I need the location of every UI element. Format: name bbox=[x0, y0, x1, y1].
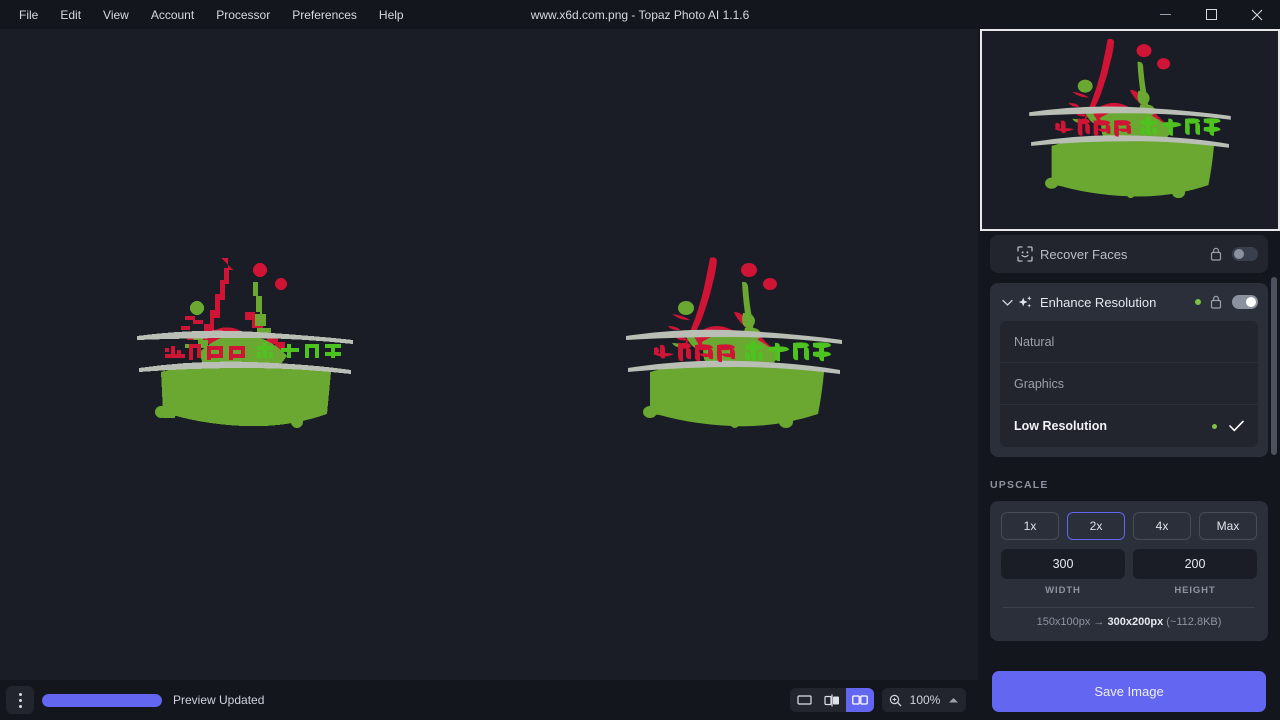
width-label: WIDTH bbox=[1001, 585, 1125, 596]
close-button[interactable] bbox=[1234, 0, 1280, 29]
zoom-control[interactable]: 100% bbox=[882, 688, 966, 712]
menu-item-file[interactable]: File bbox=[8, 0, 49, 29]
preview-thumbnail-image bbox=[1015, 32, 1245, 228]
height-label: HEIGHT bbox=[1133, 585, 1257, 596]
filter-recover-faces[interactable]: Recover Faces bbox=[990, 235, 1268, 273]
title-bar: File Edit View Account Processor Prefere… bbox=[0, 0, 1280, 29]
enhance-resolution-indicator bbox=[1195, 299, 1201, 305]
kebab-dot bbox=[19, 705, 22, 708]
sparkles-icon bbox=[1014, 294, 1036, 311]
panel-scrollbar-thumb[interactable] bbox=[1271, 277, 1277, 455]
app-window: File Edit View Account Processor Prefere… bbox=[0, 0, 1280, 720]
menu-item-view[interactable]: View bbox=[92, 0, 140, 29]
source-size: 150x100px bbox=[1037, 616, 1091, 628]
arrow-icon: → bbox=[1093, 616, 1104, 628]
view-controls: 100% bbox=[790, 688, 966, 712]
file-size: (~112.8KB) bbox=[1166, 616, 1221, 628]
enhanced-image bbox=[614, 250, 854, 460]
original-image-pane[interactable] bbox=[0, 29, 489, 680]
model-option-label: Graphics bbox=[1014, 377, 1244, 391]
upscale-card: 1x 2x 4x Max 300 200 WIDTH HEIGHT 150x10… bbox=[990, 501, 1268, 641]
progress-bar-fill bbox=[42, 694, 162, 707]
zoom-level-label: 100% bbox=[909, 693, 941, 707]
model-option-graphics[interactable]: Graphics bbox=[1000, 363, 1258, 405]
enhance-resolution-toggle[interactable] bbox=[1232, 295, 1258, 309]
recover-faces-lock-icon[interactable] bbox=[1210, 247, 1222, 261]
single-pane-icon bbox=[797, 694, 812, 706]
dimension-fields: 300 200 bbox=[1001, 549, 1257, 579]
single-view-button[interactable] bbox=[790, 688, 818, 712]
dimension-labels: WIDTH HEIGHT bbox=[1001, 585, 1257, 596]
kebab-dot bbox=[19, 693, 22, 696]
scale-button-2x[interactable]: 2x bbox=[1067, 512, 1125, 540]
model-selected-indicator bbox=[1212, 424, 1217, 429]
size-summary: 150x100px → 300x200px (~112.8KB) bbox=[1001, 608, 1257, 630]
enhance-resolution-header[interactable]: Enhance Resolution bbox=[990, 283, 1268, 321]
split-pane-icon bbox=[824, 694, 840, 707]
face-detect-icon bbox=[1014, 246, 1036, 262]
maximize-icon bbox=[1206, 9, 1217, 20]
scale-button-max[interactable]: Max bbox=[1199, 512, 1257, 540]
side-by-side-view-button[interactable] bbox=[846, 688, 874, 712]
upscale-section-title: UPSCALE bbox=[990, 479, 1280, 491]
settings-panel: Recover Faces bbox=[978, 29, 1280, 720]
toggle-knob bbox=[1246, 297, 1256, 307]
menu-item-processor[interactable]: Processor bbox=[205, 0, 281, 29]
split-view-button[interactable] bbox=[818, 688, 846, 712]
enhance-resolution-label: Enhance Resolution bbox=[1040, 295, 1195, 310]
menu-item-account[interactable]: Account bbox=[140, 0, 205, 29]
progress-bar bbox=[42, 694, 162, 707]
width-input[interactable]: 300 bbox=[1001, 549, 1125, 579]
close-icon bbox=[1251, 9, 1263, 21]
model-option-label: Low Resolution bbox=[1014, 419, 1212, 433]
target-size: 300x200px bbox=[1108, 616, 1164, 628]
splatter-logo-enhanced bbox=[614, 250, 854, 460]
recover-faces-label: Recover Faces bbox=[1040, 247, 1210, 262]
toggle-knob bbox=[1234, 249, 1244, 259]
chevron-down-icon[interactable] bbox=[1000, 299, 1014, 306]
chevron-up-icon[interactable] bbox=[948, 697, 959, 704]
model-option-low-resolution[interactable]: Low Resolution bbox=[1000, 405, 1258, 447]
image-canvas[interactable] bbox=[0, 29, 978, 680]
menu-item-edit[interactable]: Edit bbox=[49, 0, 92, 29]
status-text: Preview Updated bbox=[173, 693, 264, 707]
original-image bbox=[125, 250, 365, 460]
menu-item-preferences[interactable]: Preferences bbox=[281, 0, 368, 29]
height-input[interactable]: 200 bbox=[1133, 549, 1257, 579]
recover-faces-toggle[interactable] bbox=[1232, 247, 1258, 261]
kebab-dot bbox=[19, 699, 22, 702]
view-mode-group bbox=[790, 688, 874, 712]
save-image-button[interactable]: Save Image bbox=[992, 671, 1266, 712]
window-controls bbox=[1142, 0, 1280, 29]
more-options-button[interactable] bbox=[6, 686, 34, 714]
filter-enhance-resolution: Enhance Resolution Natural bbox=[990, 283, 1268, 457]
scale-button-4x[interactable]: 4x bbox=[1133, 512, 1191, 540]
menu-item-help[interactable]: Help bbox=[368, 0, 415, 29]
minimize-button[interactable] bbox=[1142, 0, 1188, 29]
panel-scroll-area: Recover Faces bbox=[978, 233, 1280, 663]
minimize-icon bbox=[1160, 9, 1171, 20]
enhanced-image-pane[interactable] bbox=[489, 29, 978, 680]
enhance-resolution-lock-icon[interactable] bbox=[1210, 295, 1222, 309]
splatter-logo-original bbox=[125, 250, 365, 460]
side-by-side-icon bbox=[852, 694, 868, 706]
status-bar: Preview Updated bbox=[0, 680, 978, 720]
scale-button-1x[interactable]: 1x bbox=[1001, 512, 1059, 540]
menu-bar: File Edit View Account Processor Prefere… bbox=[0, 0, 415, 29]
scale-button-group: 1x 2x 4x Max bbox=[1001, 512, 1257, 540]
model-option-natural[interactable]: Natural bbox=[1000, 321, 1258, 363]
check-icon bbox=[1229, 420, 1244, 432]
save-area: Save Image bbox=[978, 663, 1280, 720]
model-option-label: Natural bbox=[1014, 335, 1244, 349]
preview-thumbnail[interactable] bbox=[980, 29, 1280, 231]
magnifier-plus-icon bbox=[889, 694, 902, 707]
maximize-button[interactable] bbox=[1188, 0, 1234, 29]
model-options-list: Natural Graphics Low Resolution bbox=[1000, 321, 1258, 447]
